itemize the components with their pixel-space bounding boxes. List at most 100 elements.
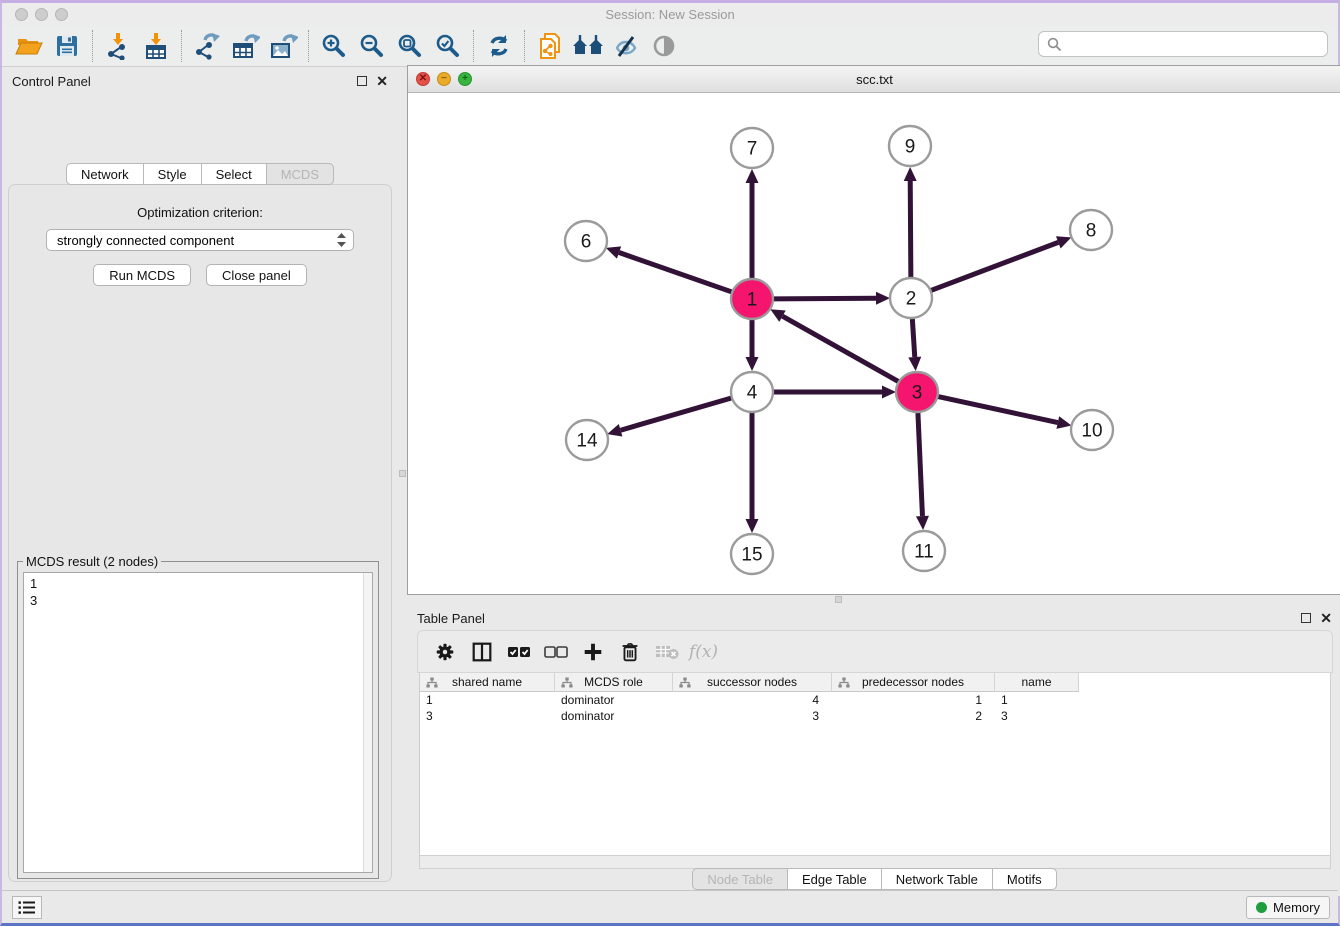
edge-2-3[interactable]	[912, 319, 914, 357]
column-layout-icon[interactable]	[463, 635, 500, 669]
zoom-out-icon[interactable]	[353, 29, 391, 63]
save-session-icon[interactable]	[48, 29, 86, 63]
open-session-icon[interactable]	[10, 29, 48, 63]
tab-motifs[interactable]: Motifs	[992, 868, 1057, 890]
memory-status-icon	[1256, 902, 1267, 913]
table-panel: Table Panel ✕ f(x) shared	[407, 604, 1340, 896]
horizontal-splitter[interactable]	[407, 595, 1340, 604]
edge-3-11[interactable]	[918, 413, 923, 516]
graph-node-6[interactable]: 6	[565, 221, 607, 261]
table-cell[interactable]: dominator	[555, 692, 673, 708]
close-panel-button[interactable]: Close panel	[206, 264, 307, 286]
show-all-icon[interactable]	[645, 29, 683, 63]
column-header-name[interactable]: name	[995, 673, 1079, 692]
tab-style[interactable]: Style	[143, 163, 201, 185]
close-panel-icon[interactable]: ✕	[376, 76, 388, 86]
import-table-icon[interactable]	[137, 29, 175, 63]
table-row-0[interactable]: 1dominator411	[420, 692, 1330, 708]
settings-gear-icon[interactable]	[426, 635, 463, 669]
tab-mcds[interactable]: MCDS	[266, 163, 334, 185]
graph-node-1[interactable]: 1	[731, 279, 773, 319]
import-network-icon[interactable]	[99, 29, 137, 63]
column-header-shared-name[interactable]: shared name	[420, 673, 555, 692]
tab-network[interactable]: Network	[66, 163, 143, 185]
svg-text:4: 4	[747, 383, 758, 404]
zoom-selected-icon[interactable]	[429, 29, 467, 63]
delete-column-icon[interactable]	[611, 635, 648, 669]
result-scrollbar[interactable]	[363, 573, 372, 872]
table-cell[interactable]: 2	[832, 708, 995, 724]
table-cell[interactable]: 3	[995, 708, 1079, 724]
graph-node-4[interactable]: 4	[731, 372, 773, 412]
export-table-icon[interactable]	[226, 29, 264, 63]
tab-network-table[interactable]: Network Table	[881, 868, 992, 890]
splitter-handle[interactable]	[835, 596, 842, 603]
function-builder-icon[interactable]: f(x)	[685, 635, 722, 669]
graph-node-3[interactable]: 3	[896, 372, 938, 412]
optimization-criterion-select[interactable]: strongly connected component	[46, 229, 354, 251]
zoom-fit-icon[interactable]	[391, 29, 429, 63]
table-cell[interactable]: 1	[832, 692, 995, 708]
hide-selected-icon[interactable]	[607, 29, 645, 63]
edge-2-8[interactable]	[931, 242, 1059, 290]
network-canvas[interactable]: 7 9 6 8 1 2 4 3 14 10 15 11	[408, 93, 1340, 594]
refresh-view-icon[interactable]	[480, 29, 518, 63]
mcds-result-fieldset: MCDS result (2 nodes) 1 3	[17, 561, 379, 879]
first-neighbors-icon[interactable]	[569, 29, 607, 63]
float-panel-icon[interactable]	[357, 76, 367, 86]
graph-node-10[interactable]: 10	[1071, 410, 1113, 450]
graph-node-2[interactable]: 2	[890, 278, 932, 318]
edge-2-9[interactable]	[910, 181, 911, 277]
memory-button[interactable]: Memory	[1246, 896, 1330, 919]
tab-node-table[interactable]: Node Table	[692, 868, 787, 890]
float-table-panel-icon[interactable]	[1301, 613, 1311, 623]
graph-node-9[interactable]: 9	[889, 126, 931, 166]
table-cell[interactable]: 4	[673, 692, 832, 708]
search-field[interactable]	[1038, 31, 1328, 57]
run-mcds-button[interactable]: Run MCDS	[93, 264, 191, 286]
export-network-icon[interactable]	[188, 29, 226, 63]
edge-arrow-icon	[607, 424, 622, 436]
graph-node-14[interactable]: 14	[566, 420, 608, 460]
splitter-handle[interactable]	[399, 470, 406, 477]
vertical-splitter[interactable]	[398, 67, 407, 896]
table-row-1[interactable]: 3dominator323	[420, 708, 1330, 724]
show-panels-list-icon[interactable]	[12, 896, 42, 919]
edge-1-2[interactable]	[773, 298, 876, 299]
column-header-predecessor-nodes[interactable]: predecessor nodes	[832, 673, 995, 692]
edge-3-1[interactable]	[782, 316, 898, 382]
tab-select[interactable]: Select	[201, 163, 266, 185]
add-column-icon[interactable]	[574, 635, 611, 669]
search-input[interactable]	[1068, 37, 1319, 52]
svg-text:6: 6	[581, 232, 592, 253]
graph-node-15[interactable]: 15	[731, 534, 773, 574]
select-all-columns-icon[interactable]	[500, 635, 537, 669]
network-window-titlebar[interactable]: ✕ − + scc.txt	[408, 66, 1340, 93]
table-cell[interactable]: 3	[420, 708, 555, 724]
mcds-result-box[interactable]: 1 3	[23, 572, 373, 873]
column-header-successor-nodes[interactable]: successor nodes	[673, 673, 832, 692]
edge-1-6[interactable]	[619, 253, 732, 293]
node-table[interactable]: shared nameMCDS rolesuccessor nodesprede…	[419, 673, 1331, 856]
tab-edge-table[interactable]: Edge Table	[787, 868, 881, 890]
table-cell[interactable]: 1	[995, 692, 1079, 708]
network-graph[interactable]: 7 9 6 8 1 2 4 3 14 10 15 11	[408, 93, 1340, 594]
close-table-panel-icon[interactable]: ✕	[1320, 613, 1332, 623]
deselect-all-columns-icon[interactable]	[537, 635, 574, 669]
new-network-from-selection-icon[interactable]	[531, 29, 569, 63]
edge-3-10[interactable]	[938, 396, 1058, 422]
graph-node-7[interactable]: 7	[731, 128, 773, 168]
edge-4-14[interactable]	[621, 398, 732, 430]
table-cell[interactable]: 3	[673, 708, 832, 724]
zoom-in-icon[interactable]	[315, 29, 353, 63]
table-cell[interactable]: dominator	[555, 708, 673, 724]
graph-node-8[interactable]: 8	[1070, 210, 1112, 250]
table-cell[interactable]: 1	[420, 692, 555, 708]
optimization-criterion-value: strongly connected component	[57, 233, 234, 248]
attribute-icon	[561, 677, 573, 688]
toolbar-separator	[473, 30, 474, 62]
delete-table-icon[interactable]	[648, 635, 685, 669]
export-image-icon[interactable]	[264, 29, 302, 63]
graph-node-11[interactable]: 11	[903, 531, 945, 571]
column-header-MCDS-role[interactable]: MCDS role	[555, 673, 673, 692]
